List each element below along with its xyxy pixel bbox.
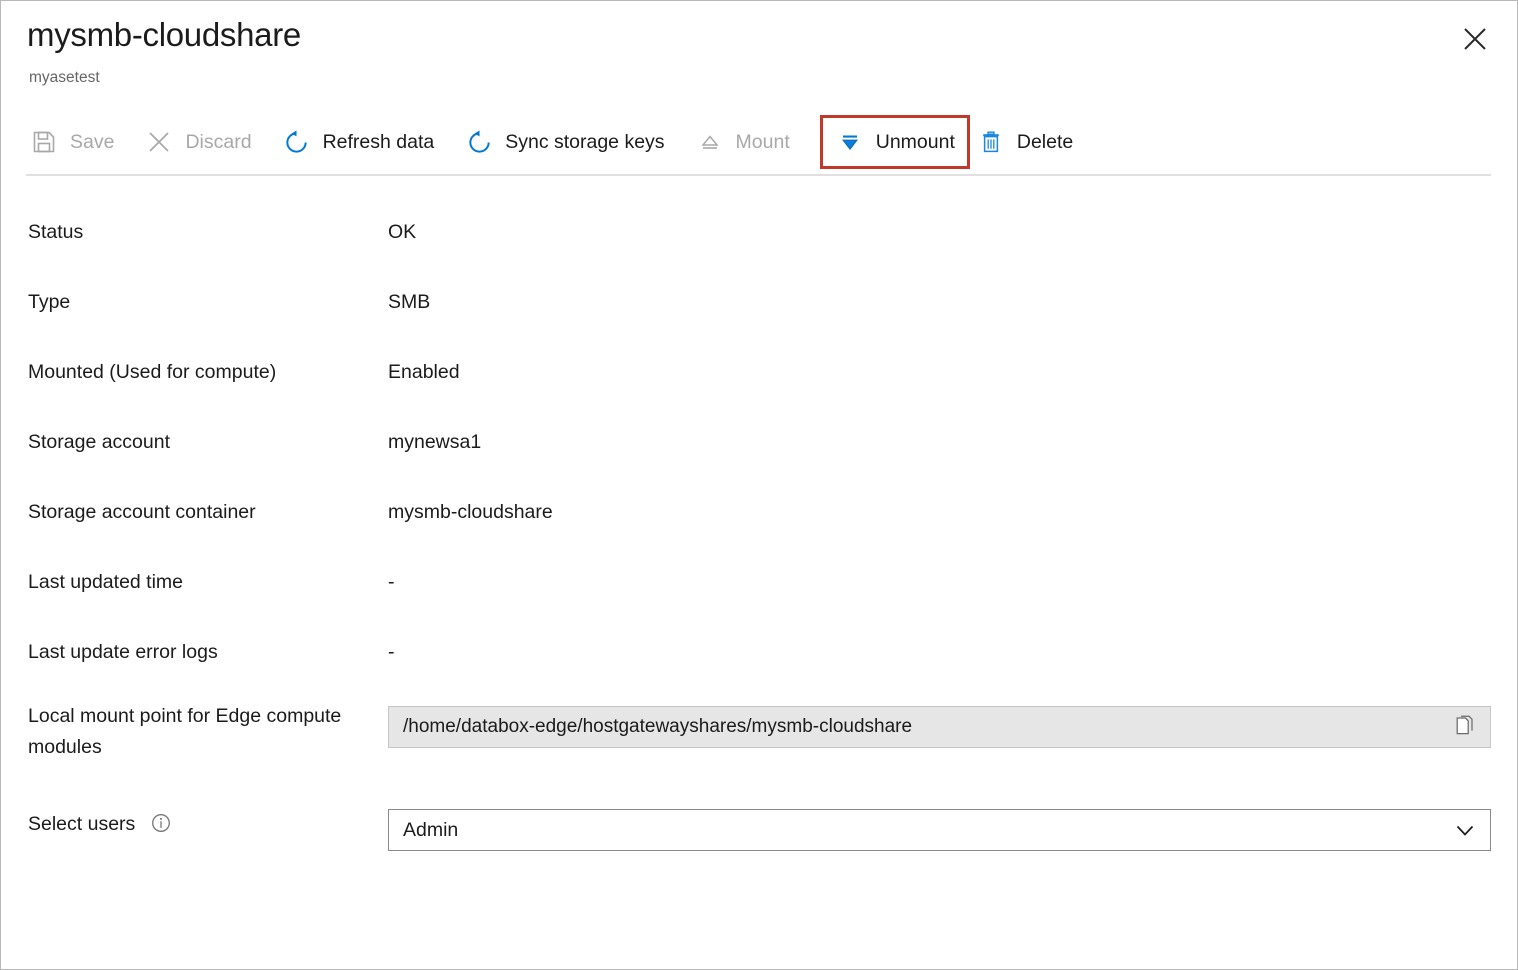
property-row-last-updated-time: Last updated time -	[1, 547, 1517, 617]
mount-button[interactable]: Mount	[693, 119, 805, 165]
page-title: mysmb-cloudshare	[27, 16, 301, 53]
type-value: SMB	[388, 291, 431, 313]
properties-list: Status OK Type SMB Mounted (Used for com…	[1, 197, 1517, 865]
mount-label: Mount	[735, 131, 790, 153]
select-users-value: Admin	[403, 819, 459, 841]
command-toolbar: Save Discard Refresh data Sync storage k…	[27, 115, 1101, 169]
unmount-button[interactable]: Unmount	[819, 115, 970, 169]
discard-label: Discard	[185, 131, 252, 153]
close-icon	[1462, 26, 1488, 52]
mounted-value: Enabled	[388, 361, 460, 383]
local-mount-point-value: /home/databox-edge/hostgatewayshares/mys…	[403, 716, 913, 737]
save-icon	[29, 127, 59, 157]
delete-label: Delete	[1016, 131, 1074, 153]
toolbar-divider	[26, 174, 1491, 176]
page-subtitle: myasetest	[29, 69, 100, 86]
trash-icon	[976, 127, 1006, 157]
status-label: Status	[28, 221, 84, 243]
sync-storage-keys-label: Sync storage keys	[505, 131, 665, 153]
chevron-down-icon	[1450, 815, 1480, 845]
last-update-error-logs-value: -	[388, 641, 395, 663]
save-label: Save	[70, 131, 115, 153]
select-users-label: Select users	[28, 809, 368, 840]
refresh-data-button[interactable]: Refresh data	[280, 119, 450, 165]
copy-icon	[1454, 715, 1476, 740]
info-icon[interactable]	[150, 812, 172, 834]
delete-button[interactable]: Delete	[974, 119, 1088, 165]
storage-container-label: Storage account container	[28, 501, 256, 523]
refresh-data-label: Refresh data	[322, 131, 435, 153]
save-button[interactable]: Save	[27, 119, 129, 165]
local-mount-point-label: Local mount point for Edge compute modul…	[28, 705, 342, 758]
unmount-icon	[835, 127, 865, 157]
local-mount-point-field[interactable]: /home/databox-edge/hostgatewayshares/mys…	[388, 706, 1491, 748]
property-row-storage-account: Storage account mynewsa1	[1, 407, 1517, 477]
last-updated-time-value: -	[388, 571, 395, 593]
last-update-error-logs-label: Last update error logs	[28, 641, 218, 663]
storage-account-value: mynewsa1	[388, 431, 482, 453]
property-row-status: Status OK	[1, 197, 1517, 267]
copy-button[interactable]	[1450, 712, 1480, 742]
property-row-type: Type SMB	[1, 267, 1517, 337]
type-label: Type	[28, 291, 71, 313]
select-users-label-text: Select users	[28, 813, 136, 835]
unmount-label: Unmount	[875, 131, 955, 153]
property-row-last-update-error-logs: Last update error logs -	[1, 617, 1517, 687]
sync-storage-keys-button[interactable]: Sync storage keys	[462, 119, 679, 165]
property-row-storage-container: Storage account container mysmb-cloudsha…	[1, 477, 1517, 547]
storage-container-value: mysmb-cloudshare	[388, 501, 553, 523]
mount-eject-icon	[695, 127, 725, 157]
select-users-dropdown[interactable]: Admin	[388, 809, 1491, 851]
property-row-mounted: Mounted (Used for compute) Enabled	[1, 337, 1517, 407]
status-value: OK	[388, 221, 417, 243]
share-details-blade: mysmb-cloudshare myasetest Save Discard …	[0, 0, 1518, 970]
refresh-icon	[282, 127, 312, 157]
storage-account-label: Storage account	[28, 431, 171, 453]
discard-icon	[144, 127, 174, 157]
discard-button[interactable]: Discard	[142, 119, 266, 165]
last-updated-time-label: Last updated time	[28, 571, 184, 593]
sync-icon	[464, 127, 494, 157]
close-button[interactable]	[1455, 19, 1495, 59]
mounted-label: Mounted (Used for compute)	[28, 361, 277, 383]
